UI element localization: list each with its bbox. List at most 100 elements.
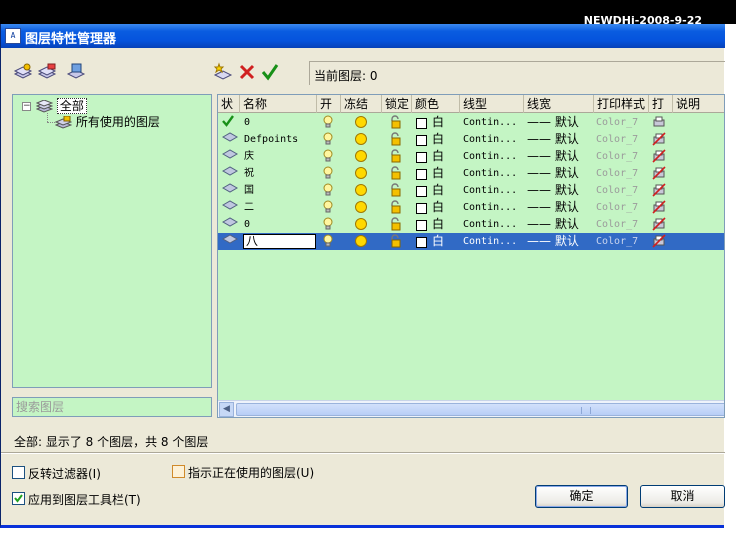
table-row[interactable]: 国 白 Contin... —— 默认 Color_7 xyxy=(218,182,724,200)
column-on[interactable]: 开 xyxy=(317,95,341,113)
linetype[interactable]: Contin... xyxy=(463,199,523,216)
column-freeze[interactable]: 冻结 xyxy=(341,95,382,113)
color-swatch[interactable] xyxy=(416,186,427,197)
color-swatch[interactable] xyxy=(416,135,427,146)
thaw-sun-icon[interactable] xyxy=(354,115,370,132)
cancel-button[interactable]: 取消 xyxy=(640,485,725,508)
color-name[interactable]: 白 xyxy=(432,216,458,233)
no-plot-printer-icon[interactable] xyxy=(652,217,670,234)
no-plot-printer-icon[interactable] xyxy=(652,200,670,217)
lineweight[interactable]: —— 默认 xyxy=(527,233,593,250)
apply-toolbar-checkbox[interactable] xyxy=(12,492,25,505)
horizontal-scrollbar[interactable]: ◀ xyxy=(218,400,724,417)
on-bulb-icon[interactable] xyxy=(322,217,338,234)
status-cell[interactable] xyxy=(222,115,240,132)
unlock-icon[interactable] xyxy=(389,234,405,251)
column-plot[interactable]: 打 xyxy=(649,95,673,113)
indicate-used-checkbox[interactable] xyxy=(172,465,185,478)
printer-icon[interactable] xyxy=(652,115,670,132)
color-swatch[interactable] xyxy=(416,220,427,231)
no-plot-printer-icon[interactable] xyxy=(652,183,670,200)
on-bulb-icon[interactable] xyxy=(322,149,338,166)
set-current-icon[interactable] xyxy=(260,62,280,82)
column-color[interactable]: 颜色 xyxy=(412,95,460,113)
on-bulb-icon[interactable] xyxy=(322,115,338,132)
layer-name[interactable]: 二 xyxy=(244,199,316,216)
column-lock[interactable]: 锁定 xyxy=(382,95,412,113)
new-layer-icon[interactable] xyxy=(213,62,233,82)
lineweight[interactable]: —— 默认 xyxy=(527,165,593,182)
tree-collapse-toggle[interactable]: − xyxy=(22,102,31,111)
color-swatch[interactable] xyxy=(416,118,427,129)
thaw-sun-icon[interactable] xyxy=(354,132,370,149)
column-name[interactable]: 名称 xyxy=(240,95,317,113)
color-swatch[interactable] xyxy=(416,203,427,214)
color-name[interactable]: 白 xyxy=(432,165,458,182)
color-swatch[interactable] xyxy=(416,169,427,180)
unlock-icon[interactable] xyxy=(389,132,405,149)
column-lineweight[interactable]: 线宽 xyxy=(524,95,594,113)
thaw-sun-icon[interactable] xyxy=(354,217,370,234)
search-layers-input[interactable]: 搜索图层 xyxy=(12,397,212,417)
layer-list[interactable]: 状 名称 开 冻结 锁定 颜色 线型 线宽 打印样式 打 说明 0 白 Contin… xyxy=(217,94,725,418)
thaw-sun-icon[interactable] xyxy=(354,234,370,251)
new-group-filter-icon[interactable] xyxy=(37,62,57,82)
status-cell[interactable] xyxy=(222,183,240,200)
linetype[interactable]: Contin... xyxy=(463,182,523,199)
table-row[interactable]: 0 白 Contin... —— 默认 Color_7 xyxy=(218,216,724,234)
layer-name[interactable]: 祝 xyxy=(244,165,316,182)
linetype[interactable]: Contin... xyxy=(463,165,523,182)
color-swatch[interactable] xyxy=(416,152,427,163)
status-cell[interactable] xyxy=(222,217,240,234)
column-description[interactable]: 说明 xyxy=(673,95,724,113)
layer-name[interactable]: 0 xyxy=(244,216,316,233)
on-bulb-icon[interactable] xyxy=(322,234,338,251)
status-cell[interactable] xyxy=(222,200,240,217)
color-swatch[interactable] xyxy=(416,237,427,248)
thaw-sun-icon[interactable] xyxy=(354,166,370,183)
lineweight[interactable]: —— 默认 xyxy=(527,148,593,165)
color-name[interactable]: 白 xyxy=(432,199,458,216)
status-cell[interactable] xyxy=(222,149,240,166)
table-row[interactable]: Defpoints 白 Contin... —— 默认 Color_7 xyxy=(218,131,724,149)
status-cell[interactable] xyxy=(222,166,240,183)
scroll-left-arrow-icon[interactable]: ◀ xyxy=(219,402,234,417)
new-property-filter-icon[interactable] xyxy=(13,62,33,82)
filter-tree[interactable]: − 全部 所有使用的图层 xyxy=(12,94,212,388)
no-plot-printer-icon[interactable] xyxy=(652,234,670,251)
scroll-thumb[interactable] xyxy=(236,403,724,416)
on-bulb-icon[interactable] xyxy=(322,166,338,183)
color-name[interactable]: 白 xyxy=(432,148,458,165)
color-name[interactable]: 白 xyxy=(432,233,458,250)
unlock-icon[interactable] xyxy=(389,166,405,183)
ok-button[interactable]: 确定 xyxy=(535,485,628,508)
lineweight[interactable]: —— 默认 xyxy=(527,131,593,148)
no-plot-printer-icon[interactable] xyxy=(652,132,670,149)
unlock-icon[interactable] xyxy=(389,217,405,234)
no-plot-printer-icon[interactable] xyxy=(652,149,670,166)
layer-name[interactable]: Defpoints xyxy=(244,131,316,148)
color-name[interactable]: 白 xyxy=(432,114,458,131)
layer-name[interactable]: 0 xyxy=(244,114,316,131)
lineweight[interactable]: —— 默认 xyxy=(527,199,593,216)
table-row[interactable]: 二 白 Contin... —— 默认 Color_7 xyxy=(218,199,724,217)
status-cell[interactable] xyxy=(222,234,240,251)
unlock-icon[interactable] xyxy=(389,115,405,132)
thaw-sun-icon[interactable] xyxy=(354,183,370,200)
layer-name[interactable]: 国 xyxy=(244,182,316,199)
status-cell[interactable] xyxy=(222,132,240,149)
table-row[interactable]: 祝 白 Contin... —— 默认 Color_7 xyxy=(218,165,724,183)
layer-name-edit[interactable]: 八 xyxy=(243,234,316,249)
column-status[interactable]: 状 xyxy=(218,95,240,113)
title-bar[interactable]: A 图层特性管理器 xyxy=(1,24,725,48)
thaw-sun-icon[interactable] xyxy=(354,149,370,166)
invert-filter-checkbox[interactable] xyxy=(12,466,25,479)
color-name[interactable]: 白 xyxy=(432,131,458,148)
layer-states-manager-icon[interactable] xyxy=(66,62,86,82)
unlock-icon[interactable] xyxy=(389,183,405,200)
linetype[interactable]: Contin... xyxy=(463,148,523,165)
lineweight[interactable]: —— 默认 xyxy=(527,182,593,199)
on-bulb-icon[interactable] xyxy=(322,200,338,217)
on-bulb-icon[interactable] xyxy=(322,132,338,149)
lineweight[interactable]: —— 默认 xyxy=(527,216,593,233)
